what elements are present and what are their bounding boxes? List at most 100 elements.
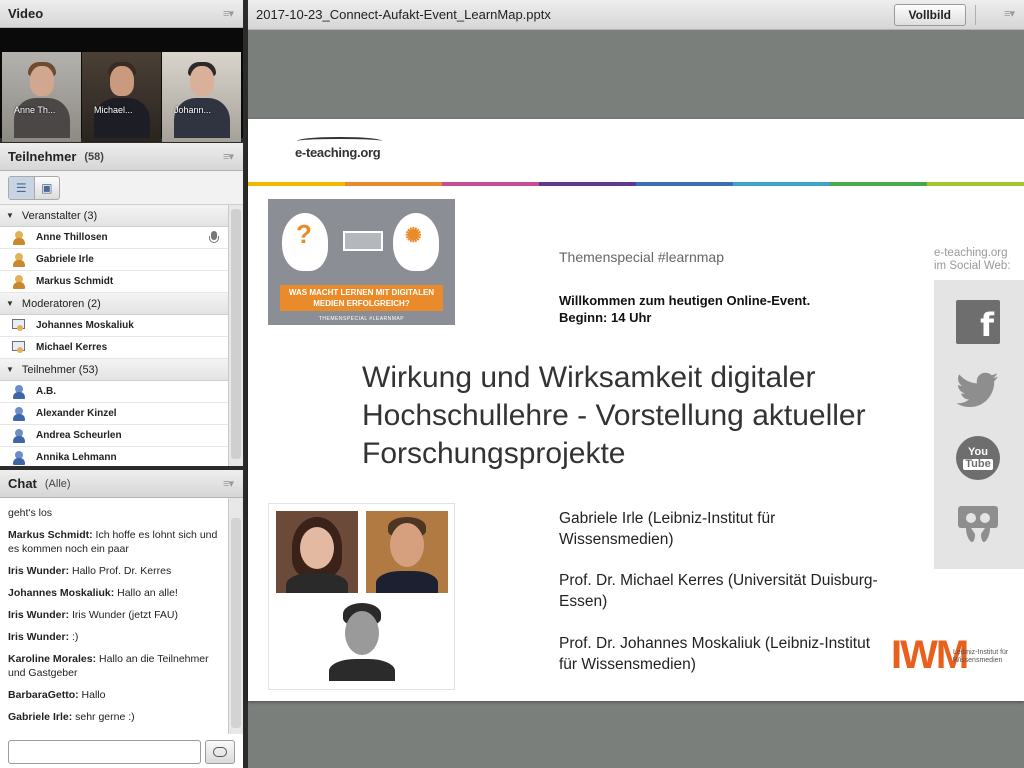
stripe-segment <box>442 182 539 186</box>
video-tile-name: Johann... <box>174 105 212 115</box>
speaker-photo-moskaliuk <box>321 599 403 681</box>
participant-name: Gabriele Irle <box>36 254 94 265</box>
group-label: Veranstalter (3) <box>21 209 98 222</box>
speaker-kerres: Prof. Dr. Michael Kerres (Universität Du… <box>559 572 878 610</box>
welcome-line: Willkommen zum heutigen Online-Event. <box>559 293 811 308</box>
group-label: Teilnehmer (53) <box>21 363 99 376</box>
microphone-icon <box>208 231 220 245</box>
participant-row[interactable]: A.B. <box>0 381 228 403</box>
group-header-participants[interactable]: ▼ Teilnehmer (53) <box>0 359 228 381</box>
collapse-triangle-icon[interactable]: ▼ <box>6 299 14 308</box>
chat-pod-header: Chat (Alle) ≡▾ <box>0 470 243 498</box>
video-tile-anne[interactable]: Anne Th... <box>2 52 81 142</box>
participant-name: Alexander Kinzel <box>36 408 117 419</box>
chat-message: Karoline Morales: Hallo an die Teilnehme… <box>8 653 209 679</box>
promo-footer: THEMENSPECIAL #LEARNMAP <box>318 316 405 322</box>
iwm-sub-line: Wissensmedien <box>953 657 1003 664</box>
promo-banner: WAS MACHT LERNEN MIT DIGITALEN MEDIEN ER… <box>280 285 443 311</box>
participants-list: ▼ Veranstalter (3) Anne Thillosen Gabrie… <box>0 205 228 466</box>
pod-menu-icon[interactable]: ≡▾ <box>223 7 234 20</box>
participant-icon <box>12 450 26 465</box>
host-icon <box>12 230 26 245</box>
collapse-triangle-icon[interactable]: ▼ <box>6 211 14 220</box>
participant-row[interactable]: Andrea Scheurlen <box>0 425 228 447</box>
list-view-icon[interactable]: ☰ <box>9 177 35 199</box>
chat-message: geht's los <box>8 506 224 520</box>
participant-row[interactable]: Johannes Moskaliuk <box>0 315 228 337</box>
host-icon <box>12 274 26 289</box>
chat-message: Gabriele Irle: sehr gerne :) <box>8 711 135 723</box>
logo-text: e-teaching.org <box>295 145 381 160</box>
participant-name: Michael Kerres <box>36 342 108 353</box>
detail-view-icon[interactable]: ▣ <box>35 177 60 199</box>
chat-message-text: :) <box>72 631 79 643</box>
youtube-text: You <box>968 445 988 458</box>
iwm-sub: Leibniz-Institut für Wissensmedien <box>953 649 1008 665</box>
pod-menu-icon[interactable]: ≡▾ <box>223 477 234 490</box>
speech-bubble-icon <box>213 747 227 757</box>
stripe-segment <box>345 182 442 186</box>
fullscreen-button[interactable]: Vollbild <box>893 4 966 26</box>
participant-row[interactable]: Annika Lehmann <box>0 447 228 466</box>
video-tile-johannes[interactable]: Johann... <box>162 52 241 142</box>
video-area: Anne Th... Michael... Johann... <box>0 28 243 142</box>
presentation-slide: e-teaching.org ? ✺ WAS MACHT LERNEN MIT … <box>248 119 1024 701</box>
participant-row[interactable]: Gabriele Irle <box>0 249 228 271</box>
participant-icon <box>12 406 26 421</box>
share-pod-header: 2017-10-23_Connect-Aufakt-Event_LearnMap… <box>248 0 1024 30</box>
stripe-segment <box>927 182 1024 186</box>
participant-row[interactable]: Markus Schmidt <box>0 271 228 293</box>
participant-row[interactable]: Anne Thillosen <box>0 227 228 249</box>
participants-pod: Teilnehmer (58) ≡▾ ☰ ▣ ▼ Veranstalter (3… <box>0 143 243 466</box>
chat-input[interactable] <box>8 740 201 764</box>
chat-message: Iris Wunder: Hallo Prof. Dr. Kerres <box>8 565 172 577</box>
chat-sender: Johannes Moskaliuk <box>8 587 111 599</box>
participant-name: Anne Thillosen <box>36 232 108 243</box>
participant-row[interactable]: Alexander Kinzel <box>0 403 228 425</box>
chat-message-text: sehr gerne :) <box>75 711 135 723</box>
slideshare-icon[interactable] <box>956 502 1000 546</box>
iwm-logo: IWM Leibniz-Institut für Wissensmedien <box>891 635 1008 675</box>
video-tile-name: Michael... <box>94 105 133 115</box>
collapse-triangle-icon[interactable]: ▼ <box>6 365 14 374</box>
chat-message: BarbaraGetto: Hallo <box>8 689 106 701</box>
pod-menu-icon[interactable]: ≡▾ <box>223 150 234 163</box>
participants-scrollbar[interactable] <box>228 205 243 466</box>
chat-scrollbar[interactable] <box>228 498 243 734</box>
participants-count: (58) <box>84 150 104 163</box>
facebook-icon[interactable]: f <box>956 300 1000 344</box>
video-tile-michael[interactable]: Michael... <box>82 52 161 142</box>
participant-row[interactable]: Michael Kerres <box>0 337 228 359</box>
participant-name: A.B. <box>36 386 56 397</box>
group-header-presenters[interactable]: ▼ Moderatoren (2) <box>0 293 228 315</box>
social-label-line: im Social Web: <box>934 260 1011 272</box>
start-time-line: Beginn: 14 Uhr <box>559 310 652 325</box>
youtube-icon[interactable]: You Tube <box>956 436 1000 480</box>
themenspecial-label: Themenspecial #learnmap <box>559 249 724 265</box>
participants-pod-title: Teilnehmer <box>8 149 77 164</box>
arrow-icon <box>343 231 383 251</box>
participants-toolbar: ☰ ▣ <box>0 171 243 205</box>
stripe-segment <box>830 182 927 186</box>
speaker-photo-irle <box>276 511 358 593</box>
speaker-photos <box>268 503 455 690</box>
chat-message: Johannes Moskaliuk: Hallo an alle! <box>8 587 178 599</box>
participant-name: Markus Schmidt <box>36 276 114 287</box>
chat-message-text: geht's los <box>8 507 53 519</box>
group-header-hosts[interactable]: ▼ Veranstalter (3) <box>0 205 228 227</box>
chat-message: Markus Schmidt: Ich hoffe es lohnt sich … <box>8 529 218 555</box>
learnmap-promo-image: ? ✺ WAS MACHT LERNEN MIT DIGITALEN MEDIE… <box>268 199 455 325</box>
stripe-segment <box>248 182 345 186</box>
group-label: Moderatoren (2) <box>21 297 101 310</box>
youtube-text: Tube <box>963 457 993 470</box>
participants-pod-header: Teilnehmer (58) ≡▾ <box>0 143 243 171</box>
iwm-sub-line: Leibniz-Institut für <box>953 649 1009 656</box>
e-teaching-logo: e-teaching.org <box>295 137 382 160</box>
shared-file-name: 2017-10-23_Connect-Aufakt-Event_LearnMap… <box>256 7 551 22</box>
chat-send-button[interactable] <box>205 740 235 764</box>
chat-message-text: Iris Wunder (jetzt FAU) <box>72 609 178 621</box>
stripe-segment <box>733 182 830 186</box>
pod-menu-icon[interactable]: ≡▾ <box>1004 7 1015 20</box>
social-label: e-teaching.org im Social Web: <box>934 247 1010 273</box>
twitter-icon[interactable] <box>956 368 1000 412</box>
